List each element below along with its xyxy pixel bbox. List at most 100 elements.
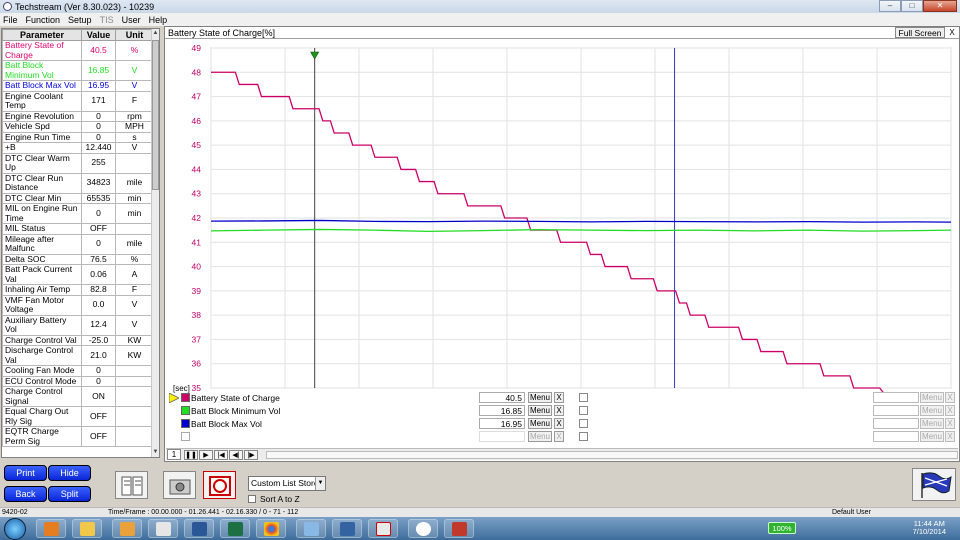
chrome-taskbar-icon[interactable] [256,519,286,538]
empty-menu-button[interactable]: Menu [528,431,552,442]
legend-row-empty[interactable]: Menu X Menu X [169,431,959,443]
series-remove-button[interactable]: X [554,405,564,416]
outlook-taskbar-icon[interactable] [36,519,66,538]
step-forward-icon[interactable]: |▶ [244,450,258,460]
document-taskbar-icon[interactable] [332,519,362,538]
secondary-menu-button[interactable]: Menu [920,431,944,442]
secondary-remove-button[interactable]: X [945,431,955,442]
legend-row[interactable]: Batt Block Minimum Vol 16.85 Menu X Menu… [169,405,959,417]
series-remove-button[interactable]: X [554,392,564,403]
param-row[interactable]: DTC Clear Warm Up 255 [2,152,154,174]
flag-icon[interactable] [912,468,956,501]
secondary-menu-button[interactable]: Menu [920,418,944,429]
param-row[interactable]: Cooling Fan Mode 0 [2,365,154,377]
param-row[interactable]: DTC Clear Run Distance 34823 mile [2,172,154,194]
excel-taskbar-icon[interactable] [220,519,250,538]
back-button[interactable]: Back [4,486,47,502]
print-button[interactable]: Print [4,465,47,481]
split-button[interactable]: Split [48,486,91,502]
param-row[interactable]: Charge Control Val -25.0 KW [2,334,154,346]
param-row[interactable]: Inhaling Air Temp 82.8 F [2,284,154,296]
chevron-down-icon[interactable]: ▼ [315,477,325,490]
param-row[interactable]: Equal Charg Out Rly Sig OFF [2,406,154,427]
sort-a-to-z-checkbox[interactable]: Sort A to Z [248,494,300,504]
series-remove-button[interactable]: X [554,418,564,429]
browser-taskbar-icon[interactable] [296,519,326,538]
param-row[interactable]: Batt Pack Current Val 0.06 A [2,264,154,285]
legend-row[interactable]: Battery State of Charge 40.5 Menu X Menu… [169,392,959,404]
param-row[interactable]: ECU Control Mode 0 [2,375,154,387]
play-icon[interactable]: ▶ [199,450,213,460]
menu-setup[interactable]: Setup [68,15,92,25]
hide-button[interactable]: Hide [48,465,91,481]
secondary-remove-button[interactable]: X [945,418,955,429]
legend-row[interactable]: Batt Block Max Vol 16.95 Menu X Menu X [169,418,959,430]
scroll-thumb[interactable] [152,40,159,190]
param-row[interactable]: Batt Block Minimum Vol 16.85 V [2,60,154,81]
record-icon[interactable] [203,471,236,499]
param-row[interactable]: Charge Control Signal ON [2,386,154,407]
series-menu-button[interactable]: Menu [528,392,552,403]
param-row[interactable]: Vehicle Spd 0 MPH [2,121,154,133]
menu-tis[interactable]: TIS [100,15,114,25]
menu-function[interactable]: Function [26,15,61,25]
series-swatch[interactable] [181,406,190,415]
graph-close-button[interactable]: X [947,27,957,38]
empty-swatch[interactable] [181,432,190,441]
param-row[interactable]: Discharge Control Val 21.0 KW [2,345,154,366]
line-chart[interactable]: 353637383940414243444546474849013.63327.… [165,40,959,392]
secondary-menu-button[interactable]: Menu [920,405,944,416]
secondary-menu-button[interactable]: Menu [920,392,944,403]
secondary-remove-button[interactable]: X [945,405,955,416]
step-back-icon[interactable]: ◀| [229,450,243,460]
param-row[interactable]: Batt Block Max Vol 16.95 V [2,80,154,92]
scroll-down-icon[interactable]: ▼ [152,448,159,457]
jump-start-icon[interactable]: |◀ [214,450,228,460]
param-row[interactable]: DTC Clear Min 65535 min [2,192,154,204]
scroll-up-icon[interactable]: ▲ [152,29,159,38]
menu-user[interactable]: User [122,15,141,25]
clock[interactable]: 11:44 AM 7/10/2014 [913,520,946,536]
param-row[interactable]: Delta SOC 76.5% [2,253,154,265]
series-checkbox[interactable] [579,406,588,415]
word-taskbar-icon[interactable] [184,519,214,538]
col-unit[interactable]: Unit [115,29,154,41]
checkbox-box[interactable] [248,495,256,503]
parameter-scrollbar[interactable]: ▲ ▼ [151,29,159,457]
param-row[interactable]: +B 12.440 V [2,142,154,154]
param-row[interactable]: Battery State of Charge 40.5% [2,40,154,61]
param-row[interactable]: EQTR Charge Perm Sig OFF [2,426,154,447]
param-row[interactable]: VMF Fan Motor Voltage 0.0 V [2,294,154,316]
full-screen-button[interactable]: Full Screen [895,27,945,38]
series-menu-button[interactable]: Menu [528,405,552,416]
menu-help[interactable]: Help [149,15,168,25]
timeline-slider[interactable] [266,451,958,459]
page-number[interactable]: 1 [167,449,181,460]
col-value[interactable]: Value [81,29,116,41]
secondary-remove-button[interactable]: X [945,392,955,403]
maximize-button[interactable]: □ [901,0,923,12]
close-window-button[interactable]: ✕ [923,0,957,12]
empty-remove-button[interactable]: X [554,431,564,442]
minimize-button[interactable]: – [879,0,901,12]
pause-icon[interactable]: ❚❚ [184,450,198,460]
apps-taskbar-icon[interactable] [112,519,142,538]
param-row[interactable]: MIL on Engine Run Time 0 min [2,203,154,224]
param-row[interactable]: MIL Status OFF [2,223,154,235]
param-row[interactable]: Engine Run Time 0 s [2,131,154,143]
param-row[interactable]: Engine Revolution 0 rpm [2,110,154,122]
series-checkbox[interactable] [579,393,588,402]
series-checkbox[interactable] [579,419,588,428]
empty-checkbox[interactable] [579,432,588,441]
list-view-icon[interactable] [115,471,148,499]
snapshot-icon[interactable] [163,471,196,499]
notes-taskbar-icon[interactable] [148,519,178,538]
param-row[interactable]: Mileage after Malfunc 0 mile [2,233,154,255]
apps-grid-taskbar-icon[interactable] [444,519,474,538]
series-swatch[interactable] [181,393,190,402]
pdf-taskbar-icon[interactable] [368,519,398,538]
param-row[interactable]: Auxiliary Battery Vol 12.4 V [2,314,154,336]
col-parameter[interactable]: Parameter [2,29,82,41]
start-button[interactable] [4,518,26,540]
series-swatch[interactable] [181,419,190,428]
